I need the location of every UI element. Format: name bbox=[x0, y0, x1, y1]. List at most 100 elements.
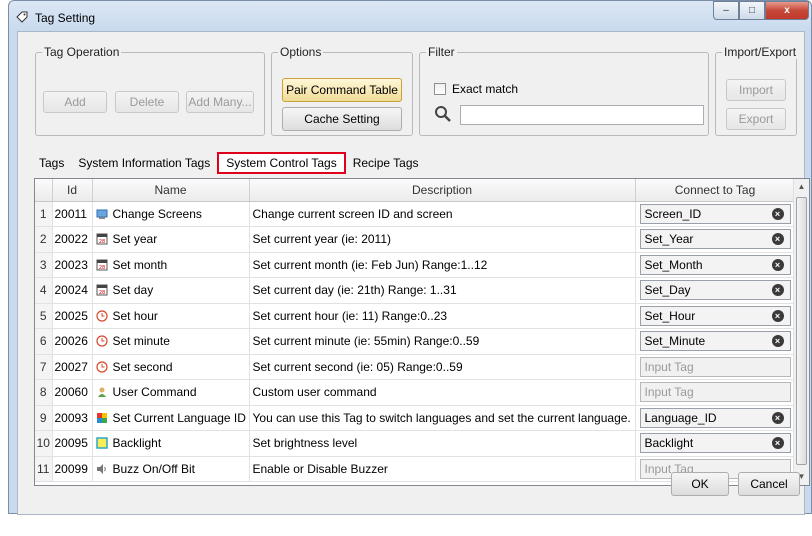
connect-to-tag-cell: Set_Day × bbox=[635, 277, 796, 304]
cache-setting-button[interactable]: Cache Setting bbox=[282, 107, 402, 131]
filter-group: Filter Exact match bbox=[419, 45, 709, 136]
window-title: Tag Setting bbox=[35, 11, 96, 25]
close-button[interactable]: x bbox=[765, 1, 809, 20]
scrollbar-thumb[interactable] bbox=[796, 197, 807, 465]
tag-name-cell: User Command bbox=[92, 379, 250, 406]
row-number: 7 bbox=[35, 354, 53, 380]
title-bar[interactable]: Tag Setting – □ x bbox=[9, 1, 811, 31]
import-export-group: Import/Export Import Export bbox=[715, 45, 799, 136]
tag-id: 20026 bbox=[52, 328, 93, 355]
tag-description: Set current minute (ie: 55min) Range:0..… bbox=[249, 328, 636, 355]
search-icon bbox=[435, 106, 451, 122]
clear-tag-icon[interactable]: × bbox=[771, 437, 784, 450]
tag-name: Set minute bbox=[112, 334, 170, 349]
tag-name: Change Screens bbox=[112, 206, 202, 221]
table-row[interactable]: 5 20025 Set hour Set current hour (ie: 11) … bbox=[35, 303, 796, 329]
tag-id: 20099 bbox=[52, 456, 93, 482]
table-row[interactable]: 1 20011 Change Screens Change current scree… bbox=[35, 201, 796, 227]
table-row[interactable]: 2 20022 28 Set year Set current year (ie: 20… bbox=[35, 226, 796, 253]
clock-icon bbox=[95, 334, 113, 348]
table-vertical-scrollbar[interactable]: ▲ ▼ bbox=[793, 179, 809, 485]
tag-id: 20011 bbox=[52, 201, 93, 227]
delete-button[interactable]: Delete bbox=[115, 91, 179, 113]
description-column-header[interactable]: Description bbox=[249, 179, 636, 202]
scroll-up-icon[interactable]: ▲ bbox=[794, 179, 809, 195]
tag-id: 20022 bbox=[52, 226, 93, 253]
connect-to-tag-cell: Input Tag bbox=[635, 354, 796, 380]
connect-to-tag-value: Set_Day bbox=[644, 283, 691, 298]
clear-tag-icon[interactable]: × bbox=[771, 284, 784, 297]
id-column-header[interactable]: Id bbox=[52, 179, 93, 202]
add-many-button[interactable]: Add Many... bbox=[186, 91, 254, 113]
svg-text:28: 28 bbox=[98, 239, 104, 245]
clear-tag-icon[interactable]: × bbox=[771, 335, 784, 348]
export-button[interactable]: Export bbox=[726, 108, 786, 130]
connect-to-tag-cell: Screen_ID × bbox=[635, 201, 796, 227]
tag-name: Set day bbox=[112, 283, 154, 298]
tag-description: Set brightness level bbox=[249, 430, 636, 457]
clear-tag-icon[interactable]: × bbox=[771, 233, 784, 246]
row-number: 3 bbox=[35, 252, 53, 278]
clear-tag-icon[interactable]: × bbox=[771, 207, 784, 220]
tab-system-control-tags[interactable]: System Control Tags bbox=[217, 152, 346, 174]
row-number: 6 bbox=[35, 328, 53, 355]
exact-match-checkbox[interactable] bbox=[434, 83, 446, 95]
connect-to-tag-cell: Input Tag bbox=[635, 379, 796, 406]
connect-to-tag-field[interactable]: Language_ID × bbox=[639, 407, 791, 428]
connect-to-tag-value: Screen_ID bbox=[644, 206, 702, 221]
import-export-label: Import/Export bbox=[722, 45, 799, 59]
import-button[interactable]: Import bbox=[726, 79, 786, 101]
table-row[interactable]: 6 20026 Set minute Set current minute (ie: … bbox=[35, 328, 796, 355]
name-column-header[interactable]: Name bbox=[92, 179, 250, 202]
connect-to-tag-field[interactable]: Set_Day × bbox=[639, 280, 791, 301]
connect-to-tag-cell: Language_ID × bbox=[635, 405, 796, 431]
speaker-icon bbox=[96, 462, 113, 476]
connect-to-tag-field[interactable]: Set_Hour × bbox=[639, 305, 791, 326]
connect-to-tag-value: Set_Year bbox=[644, 232, 694, 247]
calendar-icon: 28 bbox=[96, 283, 113, 297]
connect-to-tag-field[interactable]: Set_Month × bbox=[639, 254, 791, 275]
tag-description: You can use this Tag to switch languages… bbox=[249, 405, 636, 431]
pair-command-table-button[interactable]: Pair Command Table bbox=[282, 78, 402, 102]
filter-search-input[interactable] bbox=[460, 105, 704, 125]
connect-to-tag-cell: Set_Year × bbox=[635, 226, 796, 253]
row-number: 5 bbox=[35, 303, 53, 329]
exact-match-label: Exact match bbox=[452, 82, 519, 96]
tab-tags[interactable]: Tags bbox=[32, 152, 71, 174]
table-row[interactable]: 9 20093 Set Current Language ID You can use… bbox=[35, 405, 796, 431]
connect-to-tag-field[interactable]: Screen_ID × bbox=[639, 203, 791, 224]
connect-to-tag-field[interactable]: Input Tag bbox=[639, 382, 791, 403]
connect-to-tag-field[interactable]: Input Tag bbox=[639, 356, 791, 377]
table-row[interactable]: 8 20060 User Command Custom user command Inp… bbox=[35, 379, 796, 406]
tag-name: Buzz On/Off Bit bbox=[112, 461, 195, 476]
row-number: 11 bbox=[35, 456, 53, 482]
options-label: Options bbox=[278, 45, 324, 59]
table-row[interactable]: 4 20024 28 Set day Set current day (ie: 21th… bbox=[35, 277, 796, 304]
tag-name-cell: 28 Set year bbox=[92, 226, 250, 253]
tag-description: Custom user command bbox=[249, 379, 636, 406]
connect-to-tag-field[interactable]: Backlight × bbox=[639, 433, 791, 454]
table-row[interactable]: 7 20027 Set second Set current second (ie: … bbox=[35, 354, 796, 380]
tab-recipe-tags[interactable]: Recipe Tags bbox=[346, 152, 426, 174]
maximize-button[interactable]: □ bbox=[739, 1, 765, 20]
tab-system-information-tags[interactable]: System Information Tags bbox=[71, 152, 217, 174]
minimize-button[interactable]: – bbox=[713, 1, 739, 20]
connect-to-tag-field[interactable]: Set_Year × bbox=[639, 229, 791, 250]
clear-tag-icon[interactable]: × bbox=[771, 411, 784, 424]
tag-name: Set Current Language ID bbox=[112, 410, 246, 425]
ok-button[interactable]: OK bbox=[671, 472, 729, 496]
connect-to-tag-column-header[interactable]: Connect to Tag bbox=[635, 179, 796, 202]
clear-tag-icon[interactable]: × bbox=[771, 258, 784, 271]
cancel-button[interactable]: Cancel bbox=[738, 472, 800, 496]
connect-to-tag-value: Set_Minute bbox=[644, 334, 706, 349]
clear-tag-icon[interactable]: × bbox=[771, 309, 784, 322]
table-row[interactable]: 3 20023 28 Set month Set current month (ie: … bbox=[35, 252, 796, 278]
connect-to-tag-field[interactable]: Set_Minute × bbox=[639, 331, 791, 352]
add-button[interactable]: Add bbox=[43, 91, 107, 113]
tag-operation-group: Tag Operation Add Delete Add Many... bbox=[35, 45, 265, 136]
tag-name: Set second bbox=[112, 359, 173, 374]
tag-id: 20093 bbox=[52, 405, 93, 431]
row-number: 8 bbox=[35, 379, 53, 406]
tag-name-cell: Set hour bbox=[92, 303, 250, 329]
table-row[interactable]: 10 20095 Backlight Set brightness level Back… bbox=[35, 430, 796, 457]
